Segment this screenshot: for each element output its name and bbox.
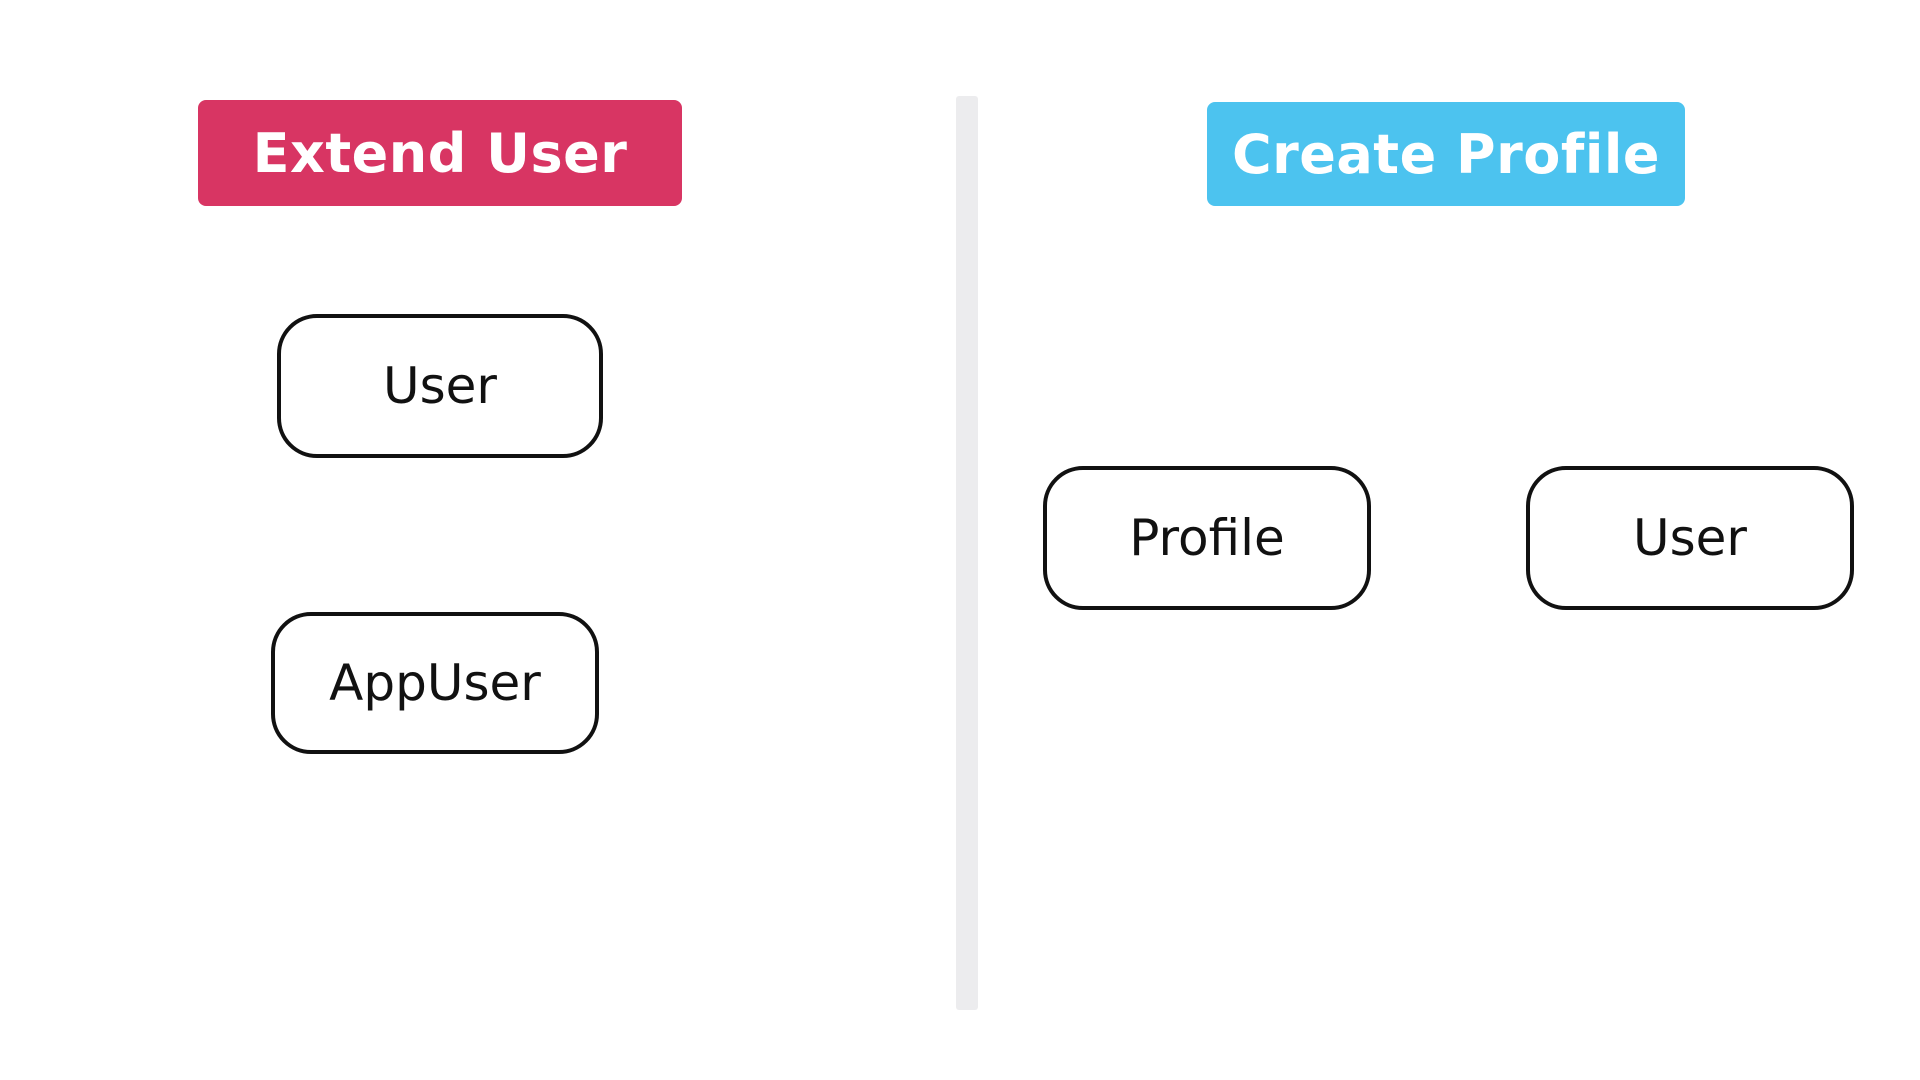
extend-user-header: Extend User [198,100,682,206]
user-node-left: User [277,314,603,458]
create-profile-header: Create Profile [1207,102,1685,206]
user-node-right: User [1526,466,1854,610]
panel-divider [956,96,978,1010]
appuser-node: AppUser [271,612,599,754]
diagram-canvas: Extend User Create Profile User AppUser … [0,0,1920,1080]
profile-node: Profile [1043,466,1371,610]
